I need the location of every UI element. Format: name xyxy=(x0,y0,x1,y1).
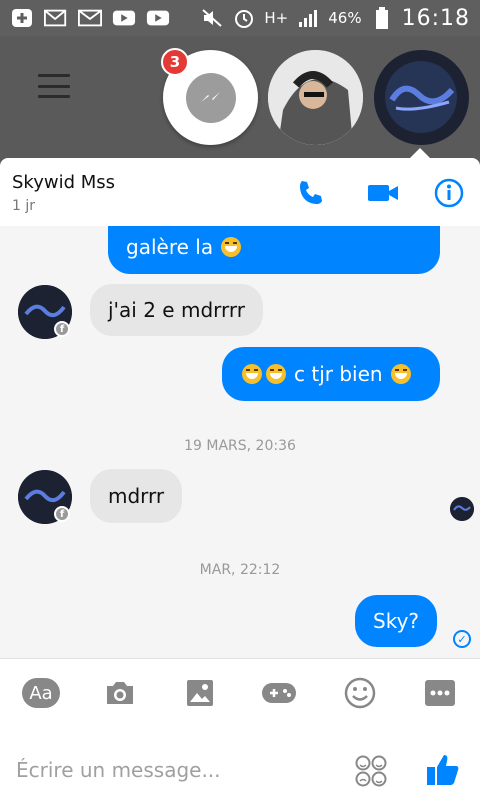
skywid-logo-icon xyxy=(374,50,468,144)
skywid-chat-head[interactable] xyxy=(374,50,469,145)
delivered-check-icon: ✓ xyxy=(453,630,471,648)
last-active: 1 jr xyxy=(12,198,36,214)
youtube-icon xyxy=(146,9,170,27)
text-format-button[interactable]: Aa xyxy=(19,671,63,715)
mail-x-icon xyxy=(44,9,68,27)
message-bubble-out[interactable]: Sky? xyxy=(355,595,438,647)
phone-icon[interactable] xyxy=(294,176,328,210)
chat-header: Skywid Mss 1 jr xyxy=(0,158,480,226)
contact-name: Skywid Mss xyxy=(12,172,116,193)
video-call-icon[interactable] xyxy=(366,176,400,210)
aa-label: Aa xyxy=(22,678,60,708)
chat-heads-bar: 3 xyxy=(0,36,480,156)
contact-photo-icon xyxy=(268,50,363,145)
message-input[interactable] xyxy=(16,753,316,787)
laughing-emoji-icon xyxy=(266,364,286,384)
messenger-icon xyxy=(185,72,236,123)
message-bubble-in[interactable]: j'ai 2 e mdrrrr xyxy=(90,284,263,336)
camera-icon[interactable] xyxy=(98,671,142,715)
stickers-icon[interactable] xyxy=(354,755,388,787)
laughing-emoji-icon xyxy=(390,364,411,384)
battery-percent: 46% xyxy=(328,9,362,27)
input-row xyxy=(0,745,480,793)
facebook-icon: f xyxy=(54,506,70,522)
add-notification-icon xyxy=(10,9,34,27)
facebook-icon: f xyxy=(54,321,70,337)
network-type: H+ xyxy=(264,9,289,27)
message-text: j'ai 2 e mdrrrr xyxy=(108,298,245,322)
laughing-emoji-icon xyxy=(221,237,242,257)
composer: Aa xyxy=(0,658,480,800)
battery-icon xyxy=(370,7,394,29)
message-bubble-out[interactable]: c tjr bien xyxy=(222,347,440,401)
contact-chat-head[interactable] xyxy=(268,50,363,145)
alarm-icon xyxy=(232,9,256,28)
emoji-icon[interactable] xyxy=(338,671,382,715)
conversation[interactable]: galère la f j'ai 2 e mdrrrr c tjr bien 1… xyxy=(0,226,480,658)
status-bar: H+ 46% 16:18 xyxy=(0,0,480,36)
mail-icon xyxy=(78,9,102,27)
info-icon[interactable] xyxy=(432,176,466,210)
signal-icon xyxy=(296,9,320,27)
message-bubble-out[interactable]: galère la xyxy=(108,226,440,274)
composer-toolbar: Aa xyxy=(0,671,480,715)
menu-icon[interactable] xyxy=(38,74,70,98)
message-text: galère la xyxy=(126,235,214,259)
message-bubble-in[interactable]: mdrrr xyxy=(90,469,183,523)
clock: 16:18 xyxy=(401,5,470,31)
message-text: c tjr bien xyxy=(294,362,383,386)
timestamp: 19 MARS, 20:36 xyxy=(184,438,296,454)
skywid-logo-icon xyxy=(450,497,474,521)
mute-icon xyxy=(200,9,224,27)
more-icon[interactable] xyxy=(418,671,462,715)
timestamp: MAR, 22:12 xyxy=(199,562,281,578)
message-text: Sky? xyxy=(373,609,420,633)
unread-badge: 3 xyxy=(161,48,189,76)
like-thumb-icon[interactable] xyxy=(424,751,462,789)
youtube-icon xyxy=(112,9,136,27)
laughing-emoji-icon xyxy=(242,364,262,384)
message-text: mdrrr xyxy=(108,484,165,508)
gallery-icon[interactable] xyxy=(178,671,222,715)
read-receipt-avatar xyxy=(450,497,474,521)
games-icon[interactable] xyxy=(257,671,301,715)
